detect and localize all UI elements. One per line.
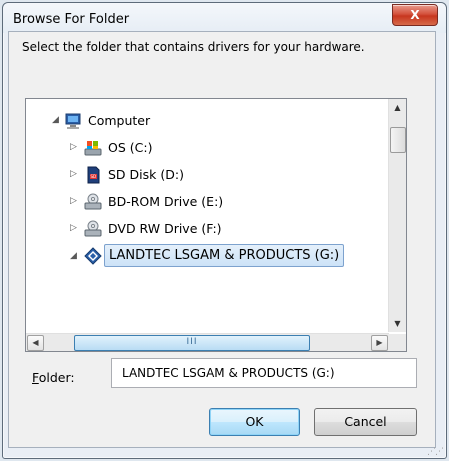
tree-item-label: Computer bbox=[88, 113, 151, 128]
svg-text:SD: SD bbox=[91, 174, 97, 179]
resize-grip-icon[interactable]: ⋰⋰ bbox=[427, 447, 444, 457]
tree-view: ◢ Computer ▷ OS (C:) ▷ SD SD Disk (D:) ▷… bbox=[26, 99, 389, 332]
folder-label-accelerator: F bbox=[32, 370, 39, 385]
collapsed-arrow-icon[interactable]: ▷ bbox=[70, 196, 77, 206]
ok-button[interactable]: OK bbox=[209, 408, 300, 436]
instruction-text: Select the folder that contains drivers … bbox=[22, 40, 365, 54]
optical-drive-icon bbox=[84, 220, 102, 238]
collapsed-arrow-icon[interactable]: ▷ bbox=[70, 142, 77, 152]
cancel-button[interactable]: Cancel bbox=[314, 408, 417, 436]
vertical-scrollbar[interactable]: ▲ ▼ bbox=[388, 99, 406, 332]
optical-drive-icon bbox=[84, 193, 102, 211]
folder-path-field[interactable]: LANDTEC LSGAM & PRODUCTS (G:) bbox=[111, 358, 417, 388]
expanded-arrow-icon[interactable]: ◢ bbox=[52, 115, 59, 125]
tree-item-label: BD-ROM Drive (E:) bbox=[108, 194, 224, 209]
folder-label-text: older: bbox=[38, 370, 75, 385]
dialog-title: Browse For Folder bbox=[13, 12, 130, 27]
computer-icon bbox=[64, 112, 82, 130]
sd-card-icon: SD bbox=[84, 166, 102, 184]
collapsed-arrow-icon[interactable]: ▷ bbox=[70, 223, 77, 233]
tree-item-label: LANDTEC LSGAM & PRODUCTS (G:) bbox=[104, 244, 345, 267]
scroll-left-arrow-icon[interactable]: ◀ bbox=[27, 335, 44, 351]
usb-drive-icon bbox=[84, 247, 102, 265]
tree-item-label: SD Disk (D:) bbox=[108, 167, 184, 182]
scroll-down-arrow-icon[interactable]: ▼ bbox=[389, 315, 406, 332]
scrollbar-corner bbox=[389, 334, 406, 351]
folder-tree[interactable]: ◢ Computer ▷ OS (C:) ▷ SD SD Disk (D:) ▷… bbox=[25, 98, 407, 352]
expanded-arrow-icon[interactable]: ◢ bbox=[70, 251, 77, 261]
collapsed-arrow-icon[interactable]: ▷ bbox=[70, 169, 77, 179]
os-drive-icon bbox=[84, 139, 102, 157]
vertical-scroll-thumb[interactable] bbox=[390, 127, 406, 153]
folder-field-label: Folder: bbox=[32, 370, 75, 385]
scroll-up-arrow-icon[interactable]: ▲ bbox=[389, 99, 406, 116]
horizontal-scroll-thumb[interactable]: III bbox=[74, 335, 310, 351]
tree-item-label: DVD RW Drive (F:) bbox=[108, 221, 222, 236]
scroll-right-arrow-icon[interactable]: ▶ bbox=[371, 335, 388, 351]
tree-item-label: OS (C:) bbox=[108, 140, 153, 155]
close-button[interactable]: X bbox=[392, 4, 438, 26]
horizontal-scrollbar[interactable]: ◀ III ▶ bbox=[26, 333, 389, 351]
title-bar[interactable]: Browse For Folder X bbox=[3, 3, 446, 33]
